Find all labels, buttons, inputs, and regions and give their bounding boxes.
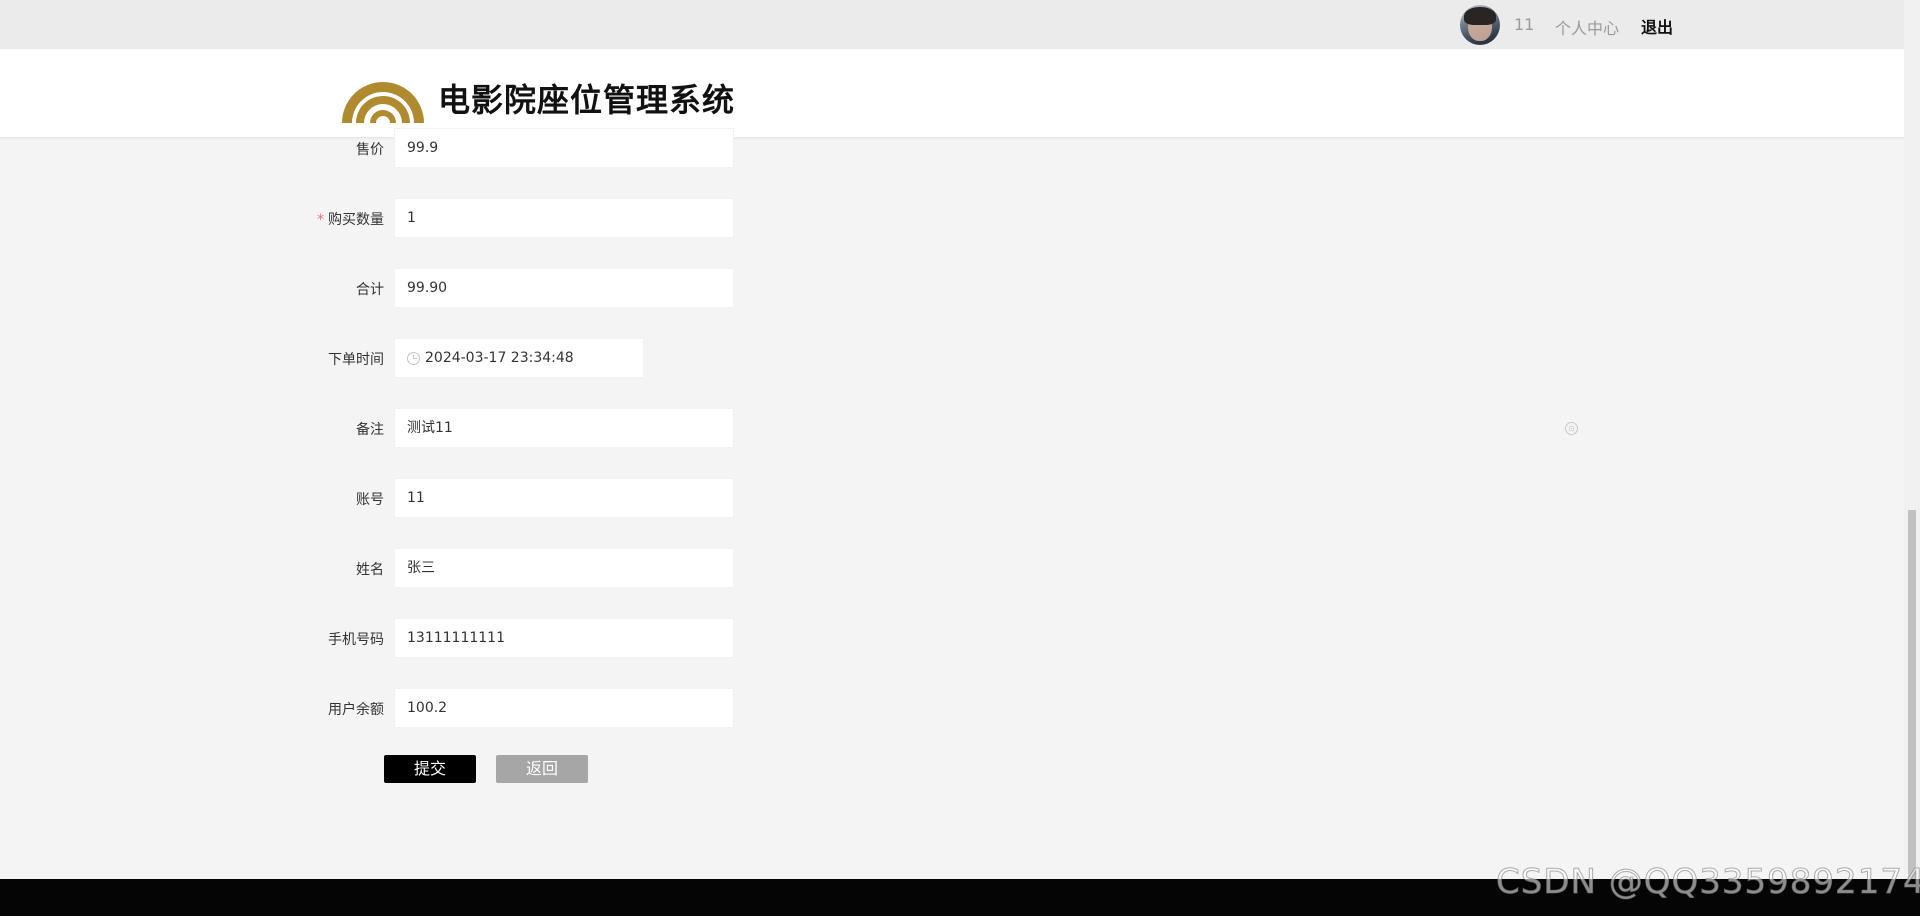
username: 11 [1514,15,1535,34]
required-mark: * [317,212,324,228]
phone-label: 手机号码 [328,632,384,648]
quantity-label: * 购买数量 [317,209,384,229]
form-row-account: 账号 11 [0,478,760,518]
hand-cursor-icon: ☝ [452,760,465,784]
account-field[interactable]: 11 [394,478,734,518]
balance-field[interactable]: 100.2 [394,688,734,728]
order-time-picker[interactable]: 2024-03-17 23:34:48 [394,338,644,378]
total-label: 合计 [356,282,384,298]
circle-icon: ⊙ [1565,422,1578,435]
logout-link[interactable]: 退出 [1641,14,1673,38]
order-time-label: 下单时间 [328,352,384,368]
form-row-price: 售价 99.9 [0,128,760,168]
site-title: 电影院座位管理系统 [438,81,736,119]
form-row-quantity: * 购买数量 1 [0,198,760,238]
form-row-phone: 手机号码 13111111111 [0,618,760,658]
form-row-remark: 备注 测试11 [0,408,760,448]
price-field[interactable]: 99.9 [394,128,734,168]
remark-field[interactable]: 测试11 [394,408,734,448]
total-field[interactable]: 99.90 [394,268,734,308]
name-label: 姓名 [356,562,384,578]
clock-icon [407,352,420,365]
order-time-value: 2024-03-17 23:34:48 [425,350,574,366]
top-bar: 11 个人中心 退出 [0,0,1904,49]
quantity-label-text: 购买数量 [328,212,384,228]
phone-field[interactable]: 13111111111 [394,618,734,658]
balance-label: 用户余额 [328,702,384,718]
account-label: 账号 [356,492,384,508]
quantity-field[interactable]: 1 [394,198,734,238]
form-row-name: 姓名 张三 [0,548,760,588]
watermark: CSDN @QQ3359892174 [1496,862,1920,903]
cinema-logo-icon [342,82,424,123]
form-row-total: 合计 99.90 [0,268,760,308]
form-row-balance: 用户余额 100.2 [0,688,760,728]
scrollbar-thumb[interactable] [1908,510,1916,879]
back-button[interactable]: 返回 [496,755,588,783]
avatar[interactable] [1460,5,1500,45]
remark-label: 备注 [356,422,384,438]
user-center-link[interactable]: 个人中心 [1555,15,1619,39]
name-field[interactable]: 张三 [394,548,734,588]
site-header: 电影院座位管理系统 [0,49,1904,138]
form-row-order-time: 下单时间 2024-03-17 23:34:48 [0,338,760,378]
page-scrollbar[interactable] [1904,0,1920,879]
price-label: 售价 [356,142,384,158]
